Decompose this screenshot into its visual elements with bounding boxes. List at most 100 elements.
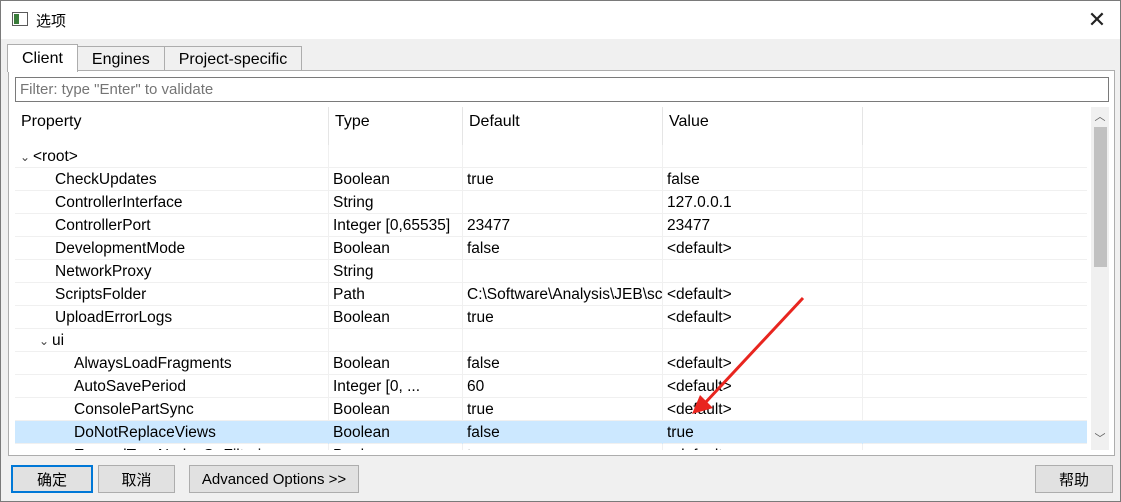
- type-cell: Integer [0,65535]: [329, 214, 463, 237]
- filler-cell: [863, 145, 1087, 168]
- property-cell[interactable]: ExpandTreeNodesOnFiltering: [15, 444, 329, 450]
- property-cell[interactable]: ControllerInterface: [15, 191, 329, 214]
- value-cell[interactable]: [663, 145, 863, 168]
- type-cell: Boolean: [329, 237, 463, 260]
- property-name: DevelopmentMode: [55, 240, 186, 257]
- filler-cell: [863, 168, 1087, 191]
- cancel-button[interactable]: 取消: [98, 465, 175, 493]
- filler-cell: [863, 260, 1087, 283]
- table-row[interactable]: ScriptsFolder Path C:\Software\Analysis\JE…: [15, 283, 1087, 306]
- property-cell[interactable]: ⌄ <root>: [15, 145, 329, 168]
- type-cell: String: [329, 191, 463, 214]
- property-cell[interactable]: ControllerPort: [15, 214, 329, 237]
- table-row[interactable]: UploadErrorLogs Boolean true <default>: [15, 306, 1087, 329]
- value-cell[interactable]: 23477: [663, 214, 863, 237]
- property-cell[interactable]: DevelopmentMode: [15, 237, 329, 260]
- property-name: ExpandTreeNodesOnFiltering: [74, 447, 278, 450]
- table-row[interactable]: ⌄ ui: [15, 329, 1087, 352]
- value-cell[interactable]: <default>: [663, 375, 863, 398]
- ok-button[interactable]: 确定: [11, 465, 93, 493]
- table-row[interactable]: AutoSavePeriod Integer [0, ... 60 <default>: [15, 375, 1087, 398]
- tab-bar: Client Engines Project-specific: [7, 44, 303, 72]
- default-cell: false: [463, 352, 663, 375]
- default-cell: 23477: [463, 214, 663, 237]
- table-row[interactable]: DevelopmentMode Boolean false <default>: [15, 237, 1087, 260]
- advanced-options-button[interactable]: Advanced Options >>: [189, 465, 359, 493]
- value-cell[interactable]: <default>: [663, 444, 863, 450]
- filler-cell: [863, 283, 1087, 306]
- close-button[interactable]: ✕: [1074, 1, 1120, 39]
- value-cell[interactable]: 127.0.0.1: [663, 191, 863, 214]
- property-name: CheckUpdates: [55, 171, 157, 188]
- value-cell[interactable]: <default>: [663, 398, 863, 421]
- column-header-property[interactable]: Property: [15, 107, 329, 145]
- type-cell: [329, 329, 463, 352]
- type-cell: Boolean: [329, 398, 463, 421]
- filler-cell: [863, 398, 1087, 421]
- value-cell[interactable]: false: [663, 168, 863, 191]
- property-cell[interactable]: ⌄ ui: [15, 329, 329, 352]
- value-cell[interactable]: [663, 329, 863, 352]
- chevron-down-icon[interactable]: ⌄: [36, 330, 52, 352]
- filler-cell: [863, 191, 1087, 214]
- property-cell[interactable]: CheckUpdates: [15, 168, 329, 191]
- default-cell: 60: [463, 375, 663, 398]
- table-row[interactable]: ControllerInterface String 127.0.0.1: [15, 191, 1087, 214]
- column-header-default[interactable]: Default: [463, 107, 663, 145]
- property-name: <root>: [33, 148, 78, 165]
- filler-cell: [863, 306, 1087, 329]
- tab-panel-client: Property Type Default Value ⌄<root>Check…: [8, 70, 1115, 456]
- property-cell[interactable]: DoNotReplaceViews: [15, 421, 329, 444]
- property-name: ConsolePartSync: [74, 401, 194, 418]
- column-header-filler: [863, 107, 1087, 145]
- column-header-type[interactable]: Type: [329, 107, 463, 145]
- tab-client[interactable]: Client: [7, 44, 78, 72]
- tab-engines[interactable]: Engines: [76, 46, 165, 72]
- table-row[interactable]: ExpandTreeNodesOnFiltering Booleantrue<de…: [15, 444, 1087, 450]
- value-cell[interactable]: <default>: [663, 306, 863, 329]
- property-name: AutoSavePeriod: [74, 378, 187, 395]
- table-row[interactable]: DoNotReplaceViews Boolean false true: [15, 421, 1087, 444]
- help-button[interactable]: 帮助: [1035, 465, 1113, 493]
- properties-table: Property Type Default Value ⌄ <root> Check…: [15, 107, 1109, 450]
- property-name: ScriptsFolder: [55, 286, 147, 303]
- window-title: 选项: [36, 13, 67, 30]
- filler-cell: [863, 421, 1087, 444]
- value-cell[interactable]: <default>: [663, 237, 863, 260]
- type-cell: Boolean: [329, 306, 463, 329]
- property-name: ControllerInterface: [55, 194, 183, 211]
- table-row[interactable]: AlwaysLoadFragments Boolean false <default>: [15, 352, 1087, 375]
- scroll-down-icon[interactable]: ﹀: [1091, 429, 1109, 447]
- vertical-scrollbar[interactable]: ︿ ﹀: [1091, 107, 1109, 450]
- chevron-down-icon[interactable]: ⌄: [17, 146, 33, 168]
- property-cell[interactable]: NetworkProxy: [15, 260, 329, 283]
- default-cell: false: [463, 237, 663, 260]
- table-row[interactable]: ⌄ <root>: [15, 145, 1087, 168]
- default-cell: true: [463, 306, 663, 329]
- value-cell[interactable]: <default>: [663, 283, 863, 306]
- column-header-value[interactable]: Value: [663, 107, 863, 145]
- filler-cell: [863, 329, 1087, 352]
- tab-project-specific[interactable]: Project-specific: [163, 46, 303, 72]
- scroll-up-icon[interactable]: ︿: [1091, 107, 1109, 125]
- table-row[interactable]: ConsolePartSync Boolean true <default>: [15, 398, 1087, 421]
- property-cell[interactable]: AlwaysLoadFragments: [15, 352, 329, 375]
- scrollbar-thumb[interactable]: [1094, 127, 1107, 267]
- table-row[interactable]: ControllerPort Integer [0,65535] 23477 2347…: [15, 214, 1087, 237]
- table-header: Property Type Default Value: [15, 107, 1087, 145]
- type-cell: Boolean: [329, 444, 463, 450]
- filler-cell: [863, 375, 1087, 398]
- value-cell[interactable]: true: [663, 421, 863, 444]
- table-row[interactable]: NetworkProxy String: [15, 260, 1087, 283]
- filter-input[interactable]: [15, 77, 1109, 102]
- table-row[interactable]: CheckUpdates Boolean true false: [15, 168, 1087, 191]
- value-cell[interactable]: [663, 260, 863, 283]
- type-cell: Boolean: [329, 421, 463, 444]
- default-cell: C:\Software\Analysis\JEB\sc: [463, 283, 663, 306]
- type-cell: String: [329, 260, 463, 283]
- value-cell[interactable]: <default>: [663, 352, 863, 375]
- property-cell[interactable]: UploadErrorLogs: [15, 306, 329, 329]
- property-cell[interactable]: ConsolePartSync: [15, 398, 329, 421]
- property-cell[interactable]: AutoSavePeriod: [15, 375, 329, 398]
- property-cell[interactable]: ScriptsFolder: [15, 283, 329, 306]
